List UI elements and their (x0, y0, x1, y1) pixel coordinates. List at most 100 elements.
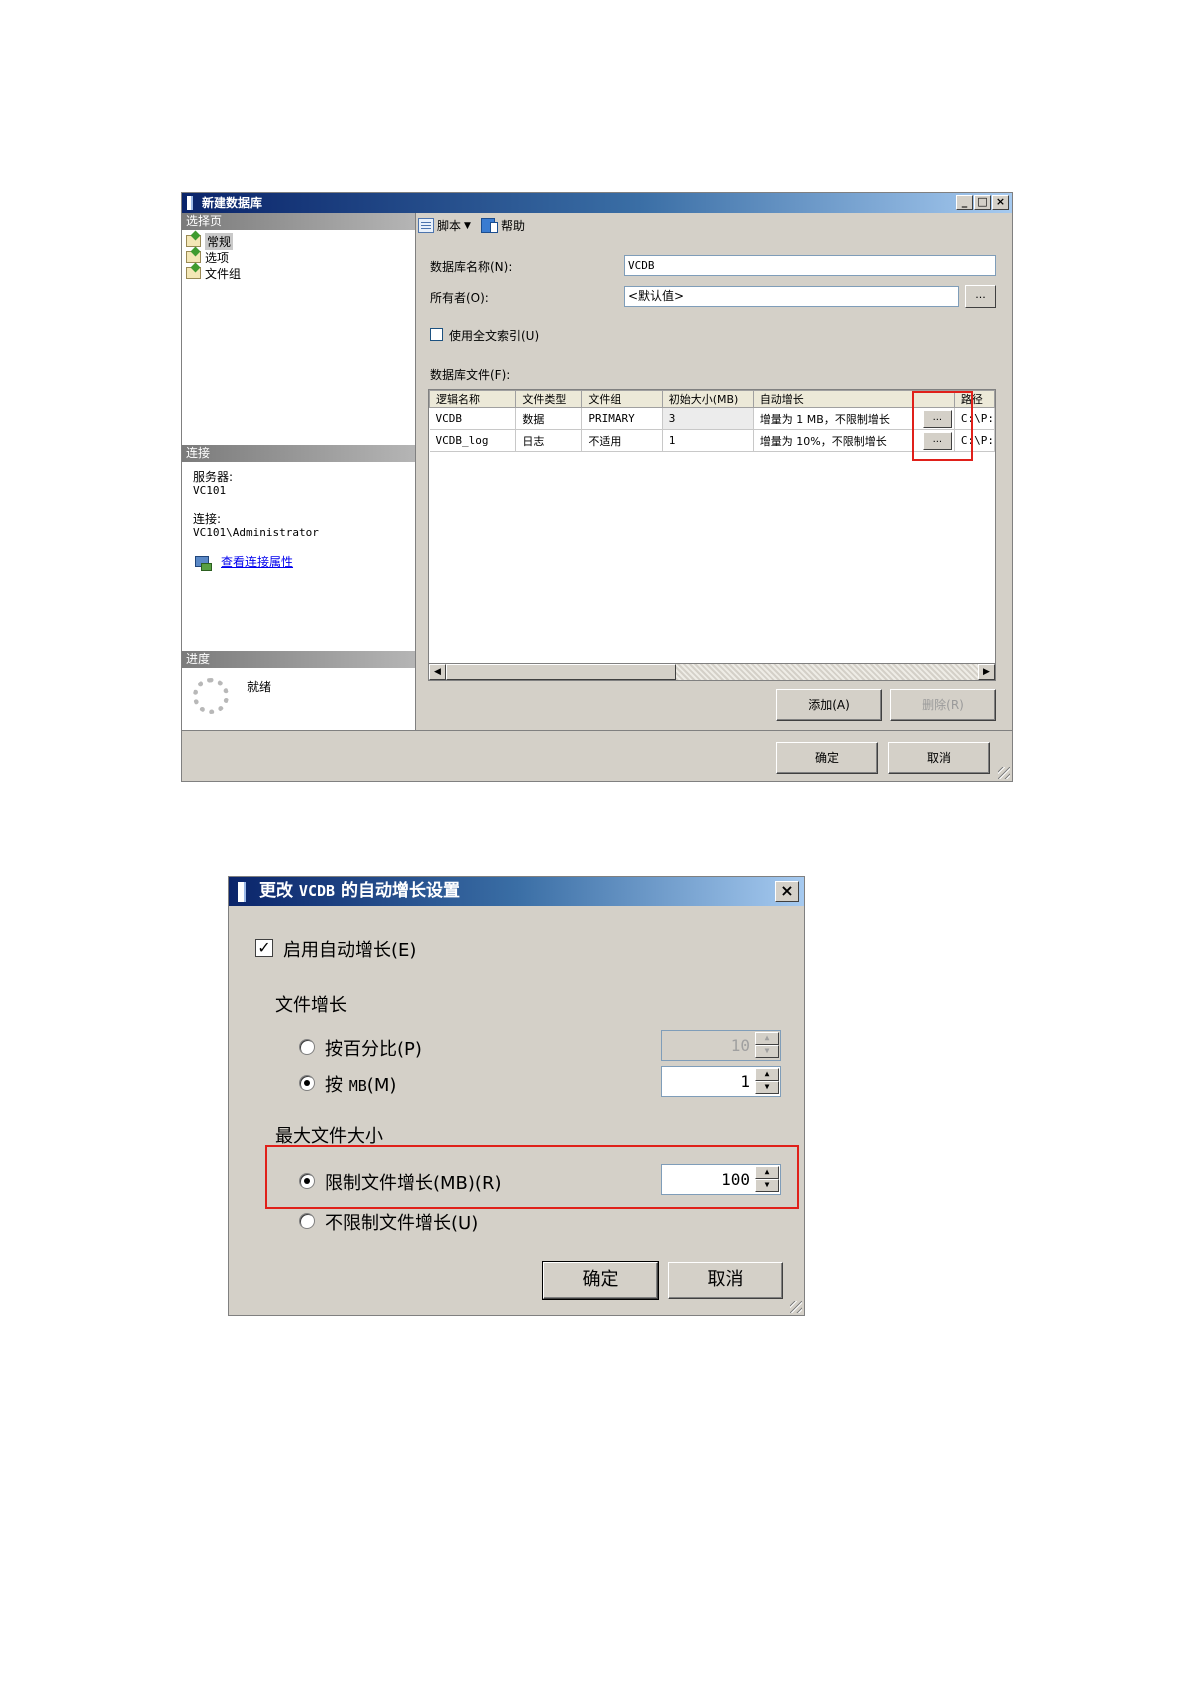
progress-status: 就绪 (247, 680, 272, 694)
filegroup-cell[interactable]: PRIMARY (581, 407, 663, 430)
logical-name-cell[interactable]: VCDB (429, 407, 517, 430)
server-value: VC101 (193, 484, 227, 497)
page-list: 常规 选项 文件组 (182, 230, 415, 281)
highlight-limit-row (265, 1145, 799, 1209)
resize-grip-icon[interactable] (998, 767, 1010, 779)
script-button[interactable]: 脚本 ▼ (418, 217, 471, 234)
page-item-general[interactable]: 常规 (186, 232, 415, 250)
scroll-left-icon[interactable]: ◀ (429, 664, 446, 680)
scroll-thumb[interactable] (446, 664, 676, 680)
mb-growth-value: 1 (740, 1072, 750, 1091)
spin-down-icon[interactable]: ▼ (755, 1081, 779, 1094)
by-mb-label: 按 MB(M) (325, 1071, 396, 1097)
close-button[interactable]: × (775, 881, 799, 902)
connection-header: 连接 (182, 445, 415, 462)
by-mb-suffix: (M) (366, 1075, 397, 1096)
column-header[interactable]: 初始大小(MB) (661, 390, 754, 408)
unlimited-growth-label: 不限制文件增长(U) (325, 1213, 479, 1234)
help-label: 帮助 (500, 219, 525, 233)
connection-section: 连接 服务器: VC101 连接: VC101\Administrator 查看… (182, 445, 415, 571)
view-connection-properties[interactable]: 查看连接属性 (193, 554, 415, 571)
page-icon (186, 267, 201, 279)
column-header[interactable]: 逻辑名称 (429, 390, 517, 408)
initial-size-cell[interactable]: 1 (662, 429, 754, 452)
spin-up-icon: ▲ (755, 1032, 779, 1045)
autogrowth-text: 增量为 10%，不限制增长 (759, 434, 887, 448)
percent-spinbox: 10 ▲ ▼ (661, 1030, 781, 1061)
db-name-label: 数据库名称(N): (430, 260, 513, 274)
initial-size-cell[interactable]: 3 (662, 407, 754, 430)
mb-growth-spinbox[interactable]: 1 ▲ ▼ (661, 1066, 781, 1097)
column-header[interactable]: 文件组 (581, 390, 663, 408)
db-name-input[interactable]: VCDB (624, 255, 996, 276)
cancel-button[interactable]: 取消 (888, 742, 990, 774)
spin-down-icon: ▼ (755, 1045, 779, 1058)
highlight-autogrowth-buttons (912, 391, 973, 461)
server-label: 服务器: (193, 470, 234, 484)
connection-properties-icon (193, 554, 212, 571)
window-title: 新建数据库 (202, 196, 263, 210)
add-button[interactable]: 添加(A) (776, 689, 882, 721)
select-page-header: 选择页 (182, 213, 415, 230)
horizontal-scrollbar[interactable]: ◀ ▶ (428, 663, 996, 681)
toolbar: 脚本 ▼ 帮助 (418, 217, 525, 234)
by-mb-unit: MB (348, 1077, 367, 1095)
file-type-cell[interactable]: 日志 (515, 429, 583, 452)
fulltext-label: 使用全文索引(U) (449, 329, 540, 343)
table-row[interactable]: VCDB_log 日志 不适用 1 增量为 10%，不限制增长 ... C:\P… (429, 429, 995, 452)
script-label: 脚本 (437, 219, 462, 233)
owner-input[interactable]: <默认值> (624, 286, 959, 307)
help-button[interactable]: 帮助 (480, 217, 525, 234)
scroll-track[interactable] (676, 664, 978, 680)
mb-spin-arrows[interactable]: ▲ ▼ (755, 1068, 779, 1095)
close-button[interactable]: × (992, 195, 1009, 210)
table-row[interactable]: VCDB 数据 PRIMARY 3 增量为 1 MB，不限制增长 ... C:\… (429, 407, 995, 430)
database-files-grid: 逻辑名称 文件类型 文件组 初始大小(MB) 自动增长 路径 VCDB 数据 P… (428, 389, 996, 681)
dialog-title-db: VCDB (298, 882, 336, 900)
remove-button[interactable]: 删除(R) (890, 689, 996, 721)
help-icon (480, 218, 498, 233)
owner-browse-button[interactable]: ... (965, 285, 996, 308)
spin-up-icon[interactable]: ▲ (755, 1068, 779, 1081)
cancel-button[interactable]: 取消 (668, 1262, 783, 1299)
percent-value: 10 (730, 1036, 750, 1055)
page-item-label: 文件组 (205, 266, 242, 281)
scroll-right-icon[interactable]: ▶ (978, 664, 995, 680)
filegroup-cell[interactable]: 不适用 (581, 429, 663, 452)
connection-info: 服务器: VC101 连接: VC101\Administrator 查看连接属… (182, 462, 415, 571)
fulltext-checkbox[interactable] (430, 328, 443, 341)
unlimited-growth-radio[interactable] (299, 1213, 315, 1229)
page-item-options[interactable]: 选项 (186, 249, 415, 265)
db-files-label: 数据库文件(F): (430, 368, 511, 382)
file-growth-header: 文件增长 (275, 995, 347, 1016)
title-bar: 新建数据库 _ □ × (182, 193, 1012, 213)
view-connection-link[interactable]: 查看连接属性 (221, 555, 293, 569)
ok-button[interactable]: 确定 (776, 742, 878, 774)
percent-spin-arrows: ▲ ▼ (755, 1032, 779, 1059)
logical-name-cell[interactable]: VCDB_log (429, 429, 517, 452)
autogrowth-text: 增量为 1 MB，不限制增长 (759, 412, 890, 426)
by-mb-radio[interactable] (299, 1075, 315, 1091)
footer-divider (182, 730, 1012, 731)
script-icon (418, 218, 434, 233)
enable-autogrowth-checkbox[interactable]: ✓ (255, 939, 273, 957)
maximize-button[interactable]: □ (974, 195, 991, 210)
ok-button[interactable]: 确定 (542, 1261, 659, 1300)
progress-section: 进度 就绪 (182, 651, 415, 714)
page-item-filegroups[interactable]: 文件组 (186, 265, 415, 281)
minimize-button[interactable]: _ (956, 195, 973, 210)
enable-autogrowth-label: 启用自动增长(E) (283, 940, 417, 961)
by-percent-radio[interactable] (299, 1039, 315, 1055)
resize-grip-icon[interactable] (790, 1301, 802, 1313)
page-item-label: 选项 (205, 250, 230, 265)
dialog-title-prefix: 更改 (259, 881, 293, 901)
by-mb-prefix: 按 (325, 1075, 343, 1096)
owner-label: 所有者(O): (430, 291, 489, 305)
progress-spinner-icon (193, 678, 229, 714)
new-database-window: 新建数据库 _ □ × 选择页 常规 选项 文件组 连接 服务器: VC101 … (181, 192, 1013, 782)
file-type-cell[interactable]: 数据 (515, 407, 583, 430)
sidebar: 选择页 常规 选项 文件组 连接 服务器: VC101 连接: VC101\Ad… (182, 213, 416, 730)
window-controls: _ □ × (956, 195, 1009, 210)
column-header[interactable]: 文件类型 (515, 390, 583, 408)
progress-header: 进度 (182, 651, 415, 668)
